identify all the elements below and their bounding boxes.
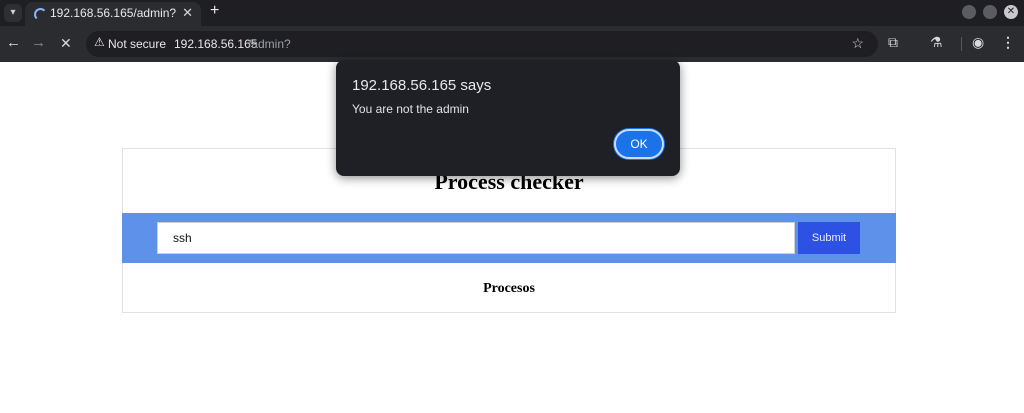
plus-icon[interactable]: + (210, 2, 219, 20)
alert-title: 192.168.56.165 says (352, 77, 492, 94)
alert-dialog: 192.168.56.165 says You are not the admi… (336, 60, 680, 176)
warning-icon: ⚠ (94, 35, 105, 49)
extensions-icon[interactable]: ⧉ (888, 34, 898, 51)
url-path: /admin? (248, 37, 291, 51)
close-icon[interactable]: ✕ (182, 5, 193, 21)
forward-arrow-icon[interactable]: → (31, 34, 46, 52)
toolbar-divider (961, 37, 962, 51)
tab-search-icon[interactable]: ▾ (4, 4, 22, 22)
ok-button[interactable]: OK (614, 129, 664, 159)
process-input[interactable] (157, 222, 795, 254)
url-host: 192.168.56.165 (174, 37, 258, 51)
search-band: Submit (122, 213, 896, 263)
alert-message: You are not the admin (352, 102, 469, 116)
menu-icon[interactable]: ⋮ (1001, 34, 1015, 51)
window-close-icon[interactable]: ✕ (1004, 5, 1018, 19)
security-status[interactable]: Not secure (108, 37, 166, 51)
tab-strip: ▾ 192.168.56.165/admin? ✕ + ✕ (0, 0, 1024, 26)
profile-icon[interactable]: ◉ (972, 34, 984, 51)
tab-title: 192.168.56.165/admin? (50, 6, 177, 20)
back-arrow-icon[interactable]: ← (6, 34, 21, 52)
maximize-icon[interactable] (983, 5, 997, 19)
star-icon[interactable]: ☆ (851, 35, 864, 52)
loading-spinner-icon (34, 8, 47, 21)
section-heading: Procesos (483, 281, 535, 296)
stop-icon[interactable]: ✕ (60, 34, 72, 52)
minimize-icon[interactable] (962, 5, 976, 19)
browser-toolbar: ← → ✕ ⚠ Not secure 192.168.56.165 /admin… (0, 26, 1024, 62)
browser-tab[interactable]: 192.168.56.165/admin? ✕ (25, 2, 201, 26)
address-bar[interactable]: ⚠ Not secure 192.168.56.165 /admin? ☆ (86, 31, 878, 57)
submit-button[interactable]: Submit (798, 222, 860, 254)
labs-icon[interactable]: ⚗ (930, 34, 943, 51)
